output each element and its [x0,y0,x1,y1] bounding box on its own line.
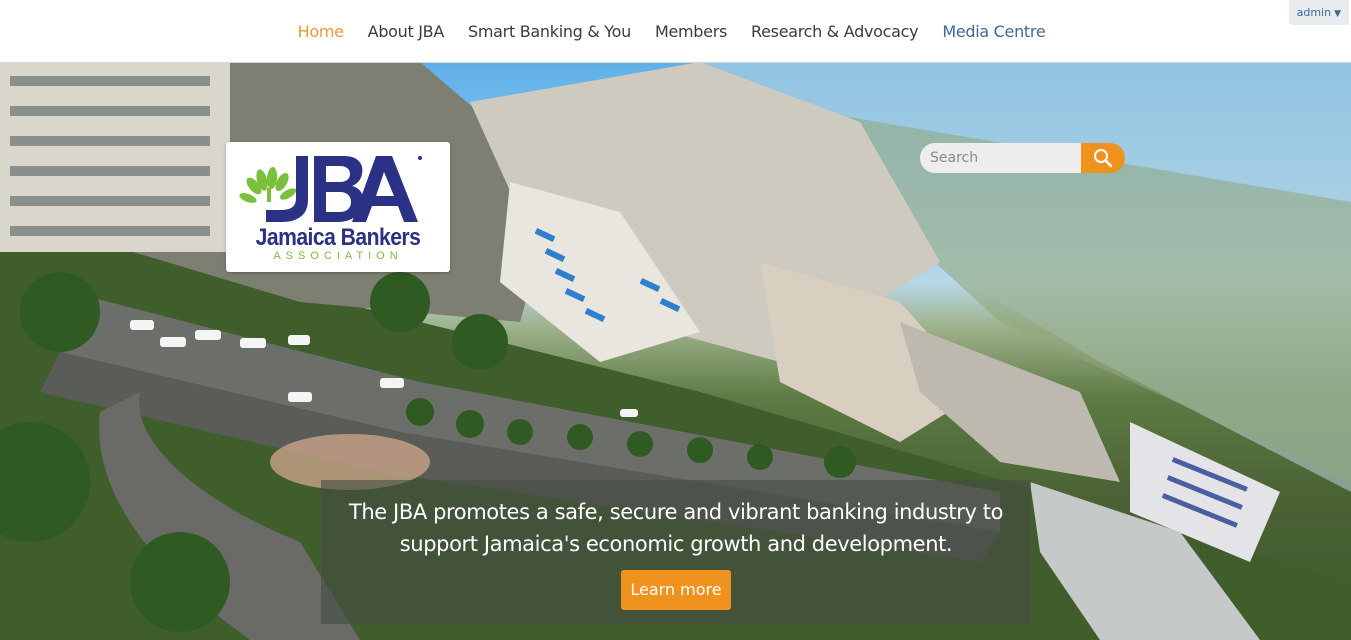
search-input[interactable] [920,143,1081,173]
nav-smart-banking[interactable]: Smart Banking & You [468,22,631,41]
admin-label: admin [1296,6,1332,19]
nav-media-centre[interactable]: Media Centre [942,22,1045,41]
search-bar [920,143,1125,173]
nav-about-jba[interactable]: About JBA [368,22,445,41]
learn-more-button[interactable]: Learn more [621,570,731,610]
logo-name: Jamaica Bankers [255,224,421,251]
main-nav: Home About JBA Smart Banking & You Membe… [0,0,1351,62]
nav-research-advocacy[interactable]: Research & Advocacy [751,22,919,41]
logo-tagline: ASSOCIATION [273,250,403,262]
chevron-down-icon: ▼ [1334,9,1341,19]
hero-banner: Jamaica Bankers ASSOCIATION The JBA prom… [0,62,1351,640]
nav-members[interactable]: Members [655,22,727,41]
jba-logo[interactable]: Jamaica Bankers ASSOCIATION [226,142,450,272]
search-icon [1094,149,1113,168]
top-navigation-bar: Home About JBA Smart Banking & You Membe… [0,0,1351,63]
hero-caption-text: The JBA promotes a safe, secure and vibr… [348,500,1004,556]
hero-caption-panel: The JBA promotes a safe, secure and vibr… [321,480,1031,624]
search-button[interactable] [1081,143,1125,173]
admin-menu-button[interactable]: admin ▼ [1288,0,1349,25]
nav-home[interactable]: Home [298,22,344,41]
